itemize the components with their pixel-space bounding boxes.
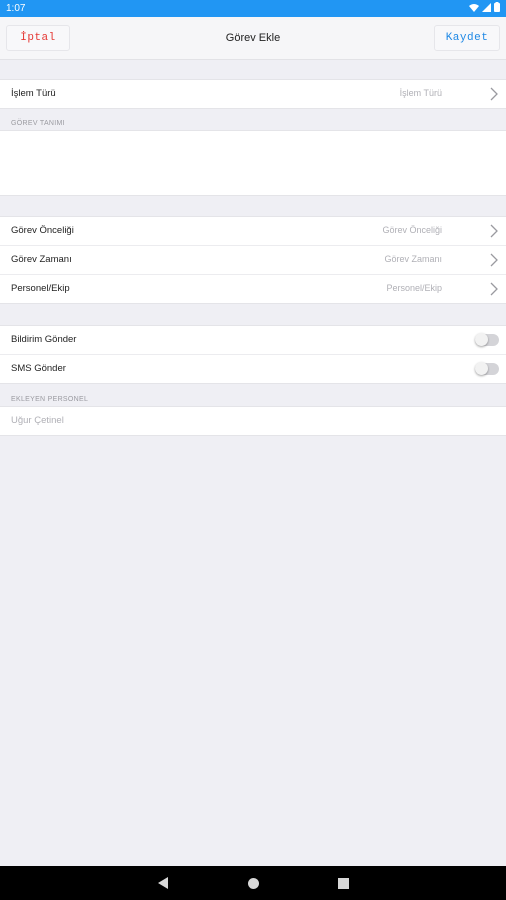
task-time-value: Görev Zamanı <box>384 254 442 264</box>
status-bar: 1:07 <box>0 0 506 17</box>
added-by-row: Uğur Çetinel <box>0 407 506 435</box>
added-by-group: Uğur Çetinel <box>0 406 506 436</box>
task-definition-header: GÖREV TANIMI <box>11 120 65 127</box>
recent-apps-icon[interactable] <box>338 878 349 889</box>
transaction-type-group: İşlem Türü İşlem Türü <box>0 79 506 109</box>
send-notification-label: Bildirim Gönder <box>11 334 77 345</box>
staff-team-value: Personel/Ekip <box>386 283 442 293</box>
send-sms-label: SMS Gönder <box>11 363 66 374</box>
send-notification-toggle[interactable] <box>475 333 499 346</box>
page-title: Görev Ekle <box>225 32 281 44</box>
chevron-right-icon <box>490 87 498 101</box>
battery-icon <box>494 2 500 12</box>
send-sms-row: SMS Gönder <box>0 355 506 383</box>
transaction-type-label: İşlem Türü <box>11 88 56 99</box>
transaction-type-row[interactable]: İşlem Türü İşlem Türü <box>0 80 506 108</box>
send-sms-toggle[interactable] <box>475 362 499 375</box>
task-time-row[interactable]: Görev Zamanı Görev Zamanı <box>0 246 506 275</box>
task-definition-input[interactable] <box>0 130 506 196</box>
staff-team-label: Personel/Ekip <box>11 283 70 294</box>
details-group: Görev Önceliği Görev Önceliği Görev Zama… <box>0 216 506 304</box>
task-priority-row[interactable]: Görev Önceliği Görev Önceliği <box>0 217 506 246</box>
status-icons <box>469 2 500 12</box>
transaction-type-value: İşlem Türü <box>399 88 442 98</box>
chevron-right-icon <box>490 253 498 267</box>
home-icon[interactable] <box>248 878 259 889</box>
status-time: 1:07 <box>6 3 26 14</box>
task-priority-label: Görev Önceliği <box>11 225 74 236</box>
notifications-group: Bildirim Gönder SMS Gönder <box>0 325 506 384</box>
toggle-knob <box>475 362 488 375</box>
task-time-label: Görev Zamanı <box>11 254 72 265</box>
send-notification-row: Bildirim Gönder <box>0 326 506 355</box>
back-icon[interactable] <box>158 877 168 889</box>
chevron-right-icon <box>490 224 498 238</box>
save-button[interactable]: Kaydet <box>434 25 500 51</box>
task-priority-value: Görev Önceliği <box>382 225 442 235</box>
toggle-knob <box>475 333 488 346</box>
chevron-right-icon <box>490 282 498 296</box>
cancel-button[interactable]: İptal <box>6 25 70 51</box>
added-by-header: EKLEYEN PERSONEL <box>11 396 89 403</box>
nav-bar: Görev Ekle İptal Kaydet <box>0 17 506 60</box>
signal-icon <box>482 2 491 12</box>
system-nav-bar <box>0 866 506 900</box>
added-by-value: Uğur Çetinel <box>11 415 64 426</box>
staff-team-row[interactable]: Personel/Ekip Personel/Ekip <box>0 275 506 303</box>
wifi-icon <box>469 3 479 12</box>
